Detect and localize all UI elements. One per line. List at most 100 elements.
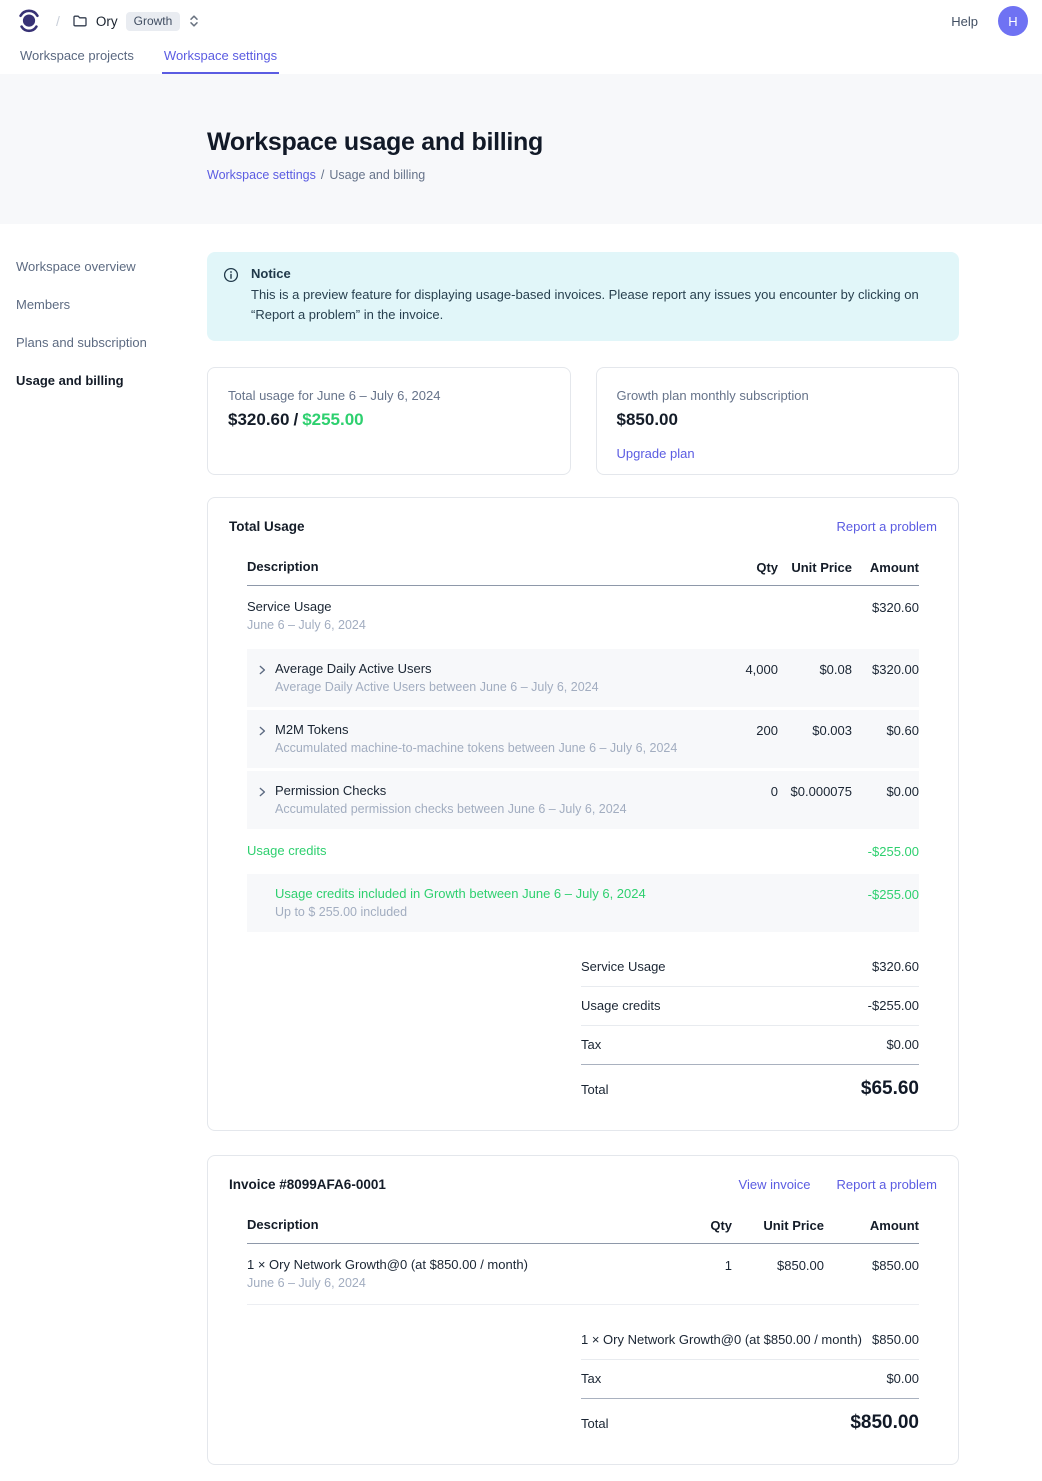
chevron-right-icon[interactable]: [256, 725, 268, 737]
col-amount: Amount: [824, 1217, 919, 1233]
row-qty: 0: [698, 783, 778, 799]
credits-amount: -$255.00: [852, 843, 919, 859]
usage-table-header: Description Qty Unit Price Amount: [247, 550, 919, 586]
row-desc: Average Daily Active Users Average Daily…: [247, 661, 698, 694]
avatar[interactable]: H: [998, 6, 1028, 36]
breadcrumb-separator: /: [56, 13, 60, 29]
sidebar-item-usage-and-billing[interactable]: Usage and billing: [16, 368, 207, 393]
col-qty: Qty: [652, 1217, 732, 1233]
chevron-updown-icon: [188, 14, 200, 28]
chevron-right-icon[interactable]: [256, 664, 268, 676]
ory-logo[interactable]: [16, 8, 42, 34]
invoice-item-amount: $850.00: [824, 1257, 919, 1273]
page-title: Workspace usage and billing: [207, 128, 1042, 157]
tab-workspace-settings[interactable]: Workspace settings: [162, 42, 279, 74]
total-value: $65.60: [861, 1078, 919, 1100]
tab-workspace-projects[interactable]: Workspace projects: [18, 42, 136, 74]
service-usage-group-row: Service Usage June 6 – July 6, 2024 $320…: [247, 586, 919, 646]
summary-value: $0.00: [886, 1371, 919, 1386]
row-amount: $0.00: [852, 783, 919, 799]
ory-logo-icon: [17, 9, 41, 33]
group-title: Service Usage: [247, 599, 698, 614]
invoice-table: Description Qty Unit Price Amount 1 × Or…: [247, 1208, 919, 1440]
row-title: Average Daily Active Users: [275, 661, 599, 676]
credit-detail-amount: -$255.00: [852, 886, 919, 902]
row-subtitle: Average Daily Active Users between June …: [275, 680, 599, 694]
sidebar-item-members[interactable]: Members: [16, 292, 207, 317]
summary-row-tax: Tax $0.00: [581, 1026, 919, 1065]
credit-detail-title: Usage credits included in Growth between…: [275, 886, 698, 901]
total-usage-value: $320.60/$255.00: [228, 410, 550, 430]
breadcrumb: Workspace settings / Usage and billing: [207, 168, 1042, 182]
summary-label: Tax: [581, 1037, 601, 1052]
group-subtitle: June 6 – July 6, 2024: [247, 618, 698, 632]
row-title: M2M Tokens: [275, 722, 677, 737]
usage-panel-title: Total Usage: [229, 519, 305, 534]
total-label: Total: [581, 1082, 608, 1097]
col-unit-price: Unit Price: [732, 1217, 824, 1233]
row-subtitle: Accumulated permission checks between Ju…: [275, 802, 627, 816]
page-header: Workspace usage and billing Workspace se…: [0, 74, 1042, 224]
breadcrumb-slash: /: [321, 168, 324, 182]
plan-price: $850.00: [617, 410, 939, 430]
total-value: $850.00: [850, 1412, 919, 1434]
plan-label: Growth plan monthly subscription: [617, 388, 939, 403]
summary-value: $320.60: [872, 959, 919, 974]
workspace-tabbar: Workspace projects Workspace settings: [0, 42, 1042, 74]
top-bar: / Ory Growth Help H: [0, 0, 1042, 42]
notice-content: Notice This is a preview feature for dis…: [251, 266, 939, 325]
invoice-links: View invoice Report a problem: [739, 1177, 937, 1192]
notice-title: Notice: [251, 266, 939, 281]
content-column: Notice This is a preview feature for dis…: [207, 224, 959, 1481]
col-description: Description: [247, 559, 698, 574]
invoice-panel-header: Invoice #8099AFA6-0001 View invoice Repo…: [228, 1177, 938, 1192]
total-usage-label: Total usage for June 6 – July 6, 2024: [228, 388, 550, 403]
info-icon: [223, 267, 239, 325]
total-label: Total: [581, 1416, 608, 1431]
summary-row-tax: Tax $0.00: [581, 1360, 919, 1399]
invoice-item-qty: 1: [652, 1257, 732, 1273]
help-link[interactable]: Help: [951, 14, 978, 29]
usage-row-average-daily-active-users[interactable]: Average Daily Active Users Average Daily…: [247, 649, 919, 707]
credit-detail-subtitle: Up to $ 255.00 included: [275, 905, 698, 919]
settings-sidebar: Workspace overview Members Plans and sub…: [0, 224, 207, 406]
main-area: Workspace overview Members Plans and sub…: [0, 224, 1042, 1481]
usage-credits-detail-row: Usage credits included in Growth between…: [247, 874, 919, 932]
col-unit-price: Unit Price: [778, 559, 852, 575]
invoice-report-problem-link[interactable]: Report a problem: [837, 1177, 937, 1192]
invoice-item-desc: 1 × Ory Network Growth@0 (at $850.00 / m…: [247, 1257, 652, 1290]
summary-value: $0.00: [886, 1037, 919, 1052]
usage-separator: /: [293, 410, 298, 429]
summary-row-total: Total $850.00: [581, 1399, 919, 1440]
row-desc: M2M Tokens Accumulated machine-to-machin…: [247, 722, 698, 755]
workspace-switcher[interactable]: Ory Growth: [72, 12, 200, 31]
usage-row-permission-checks[interactable]: Permission Checks Accumulated permission…: [247, 771, 919, 829]
summary-row-service-usage: Service Usage $320.60: [581, 948, 919, 987]
invoice-summary: 1 × Ory Network Growth@0 (at $850.00 / m…: [581, 1321, 919, 1440]
breadcrumb-settings-link[interactable]: Workspace settings: [207, 168, 316, 182]
sidebar-item-plans-and-subscription[interactable]: Plans and subscription: [16, 330, 207, 355]
usage-panel-header: Total Usage Report a problem: [228, 519, 938, 534]
usage-report-problem-link[interactable]: Report a problem: [837, 519, 937, 534]
usage-row-m2m-tokens[interactable]: M2M Tokens Accumulated machine-to-machin…: [247, 710, 919, 768]
plan-badge: Growth: [126, 12, 181, 31]
col-qty: Qty: [698, 559, 778, 575]
sidebar-item-workspace-overview[interactable]: Workspace overview: [16, 254, 207, 279]
usage-amount: $320.60: [228, 410, 289, 429]
chevron-right-icon[interactable]: [256, 786, 268, 798]
row-amount: $0.60: [852, 722, 919, 738]
summary-label: Usage credits: [581, 998, 660, 1013]
upgrade-plan-link[interactable]: Upgrade plan: [617, 446, 695, 461]
folder-icon: [72, 13, 88, 29]
row-subtitle: Accumulated machine-to-machine tokens be…: [275, 741, 677, 755]
view-invoice-link[interactable]: View invoice: [739, 1177, 811, 1192]
notice-body: This is a preview feature for displaying…: [251, 285, 939, 325]
workspace-name: Ory: [96, 14, 118, 29]
usage-included-amount: $255.00: [302, 410, 363, 429]
breadcrumb-current: Usage and billing: [329, 168, 425, 182]
summary-cards: Total usage for June 6 – July 6, 2024 $3…: [207, 367, 959, 475]
invoice-table-header: Description Qty Unit Price Amount: [247, 1208, 919, 1244]
summary-value: -$255.00: [868, 998, 919, 1013]
invoice-panel: Invoice #8099AFA6-0001 View invoice Repo…: [207, 1155, 959, 1465]
row-unit-price: $0.000075: [778, 783, 852, 799]
